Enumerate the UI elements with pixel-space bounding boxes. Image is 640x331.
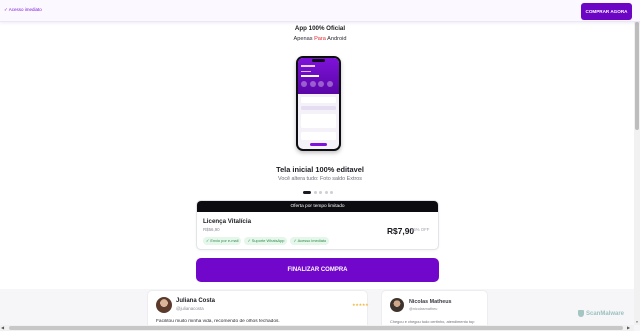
preview-card	[301, 97, 336, 103]
slide-title: Tela inicial 100% editavel	[276, 165, 364, 174]
scanmalware-watermark: ScanMalware	[578, 310, 624, 317]
rating-stars-icon: ★★★★★	[352, 302, 369, 307]
carousel-dot-4[interactable]	[324, 191, 328, 194]
carousel-dot-1[interactable]	[303, 191, 311, 194]
phone-mockup-image	[296, 56, 341, 151]
app-header-preview	[298, 58, 339, 94]
avatar	[156, 297, 172, 313]
testimonial-text: Chegou e chegou tudo certinho, atendimen…	[390, 319, 475, 324]
slide-subtitle: Você altera tudo: Foto saldo Extros	[278, 176, 362, 182]
offer-price: R$7,90	[387, 226, 415, 236]
buy-now-button[interactable]: COMPRAR AGORA	[581, 3, 632, 20]
testimonial-name: Juliana Costa	[176, 298, 216, 304]
preview-card	[301, 106, 336, 110]
tag-email-delivery: ✓ Envio por e-mail	[203, 237, 242, 245]
carousel-dot-3[interactable]	[319, 191, 322, 194]
testimonial-handle: @julianacosta	[176, 306, 204, 311]
page-subtitle: Apenas Para Android	[0, 36, 640, 42]
horizontal-scrollbar[interactable]: ◀ ▶	[0, 325, 634, 331]
preview-dock	[310, 143, 327, 146]
preview-line	[301, 65, 315, 67]
page-title: App 100% Oficial	[294, 25, 346, 32]
tag-instant-access: ✓ Acesso imediato	[290, 237, 330, 245]
offer-card: Oferta por tempo limitado Licença Vitalí…	[196, 200, 439, 250]
offer-tags: ✓ Envio por e-mail ✓ Suporte WhatsApp ✓ …	[203, 237, 330, 245]
preview-icon	[309, 81, 316, 87]
phone-screen	[298, 58, 339, 149]
subtitle-suffix: Android	[325, 36, 347, 42]
subtitle-highlight: Para	[314, 36, 326, 42]
offer-note: R$56,90	[203, 227, 220, 232]
finalize-purchase-button[interactable]: FINALIZAR COMPRA	[196, 258, 439, 282]
carousel-dot-2[interactable]	[313, 191, 317, 194]
scroll-right-icon[interactable]: ▶	[627, 325, 630, 331]
instant-access-label: ✓ Acesso imediato	[4, 7, 42, 12]
testimonial-name: Nicolas Matheus	[409, 299, 452, 305]
phone-notch	[312, 59, 325, 62]
preview-balance	[301, 75, 319, 78]
shield-icon	[578, 310, 584, 317]
vertical-scroll-thumb[interactable]	[635, 22, 639, 130]
scroll-down-icon[interactable]: ▼	[635, 320, 639, 324]
offer-banner: Oferta por tempo limitado	[197, 201, 438, 212]
horizontal-scroll-thumb[interactable]	[9, 326, 623, 330]
offer-product-name: Licença Vitalícia	[203, 218, 252, 225]
testimonial-handle: @nicolasmatheu	[409, 307, 438, 311]
top-bar: ✓ Acesso imediato COMPRAR AGORA	[0, 0, 640, 22]
watermark-text: ScanMalware	[586, 310, 625, 317]
preview-card	[301, 114, 336, 128]
testimonial-text: Facilitou muito minha vida, recomendo de…	[156, 319, 280, 324]
vertical-scrollbar[interactable]: ▲ ▼	[634, 0, 640, 325]
preview-icon	[318, 81, 324, 87]
carousel-dots	[303, 191, 333, 194]
preview-line	[301, 71, 311, 73]
preview-icons	[301, 81, 333, 87]
subtitle-prefix: Apenas	[293, 36, 315, 42]
preview-icon	[326, 81, 333, 87]
preview-icon	[301, 81, 307, 87]
offer-discount: 86% OFF	[411, 227, 430, 232]
scroll-left-icon[interactable]: ◀	[1, 325, 4, 331]
preview-card	[301, 132, 336, 140]
avatar	[390, 298, 404, 312]
carousel-dot-5[interactable]	[330, 191, 333, 194]
tag-whatsapp-support: ✓ Suporte WhatsApp	[244, 237, 288, 245]
